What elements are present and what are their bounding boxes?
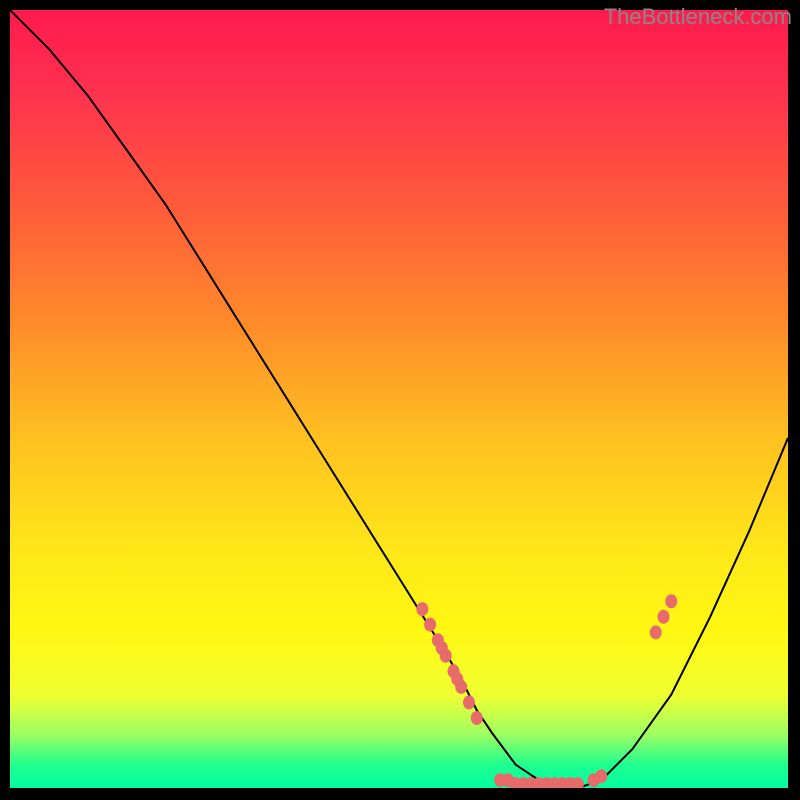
chart-svg xyxy=(10,10,788,788)
data-marker xyxy=(416,602,428,616)
bottleneck-curve xyxy=(10,10,788,788)
plot-area xyxy=(10,10,788,788)
data-marker xyxy=(440,649,452,663)
watermark-text: TheBottleneck.com xyxy=(604,4,792,30)
data-marker xyxy=(665,594,677,608)
data-marker xyxy=(463,695,475,709)
data-marker xyxy=(424,618,436,632)
data-marker xyxy=(595,769,607,783)
data-markers xyxy=(416,594,677,788)
data-marker xyxy=(658,610,670,624)
data-marker xyxy=(455,680,467,694)
data-marker xyxy=(471,711,483,725)
data-marker xyxy=(650,625,662,639)
